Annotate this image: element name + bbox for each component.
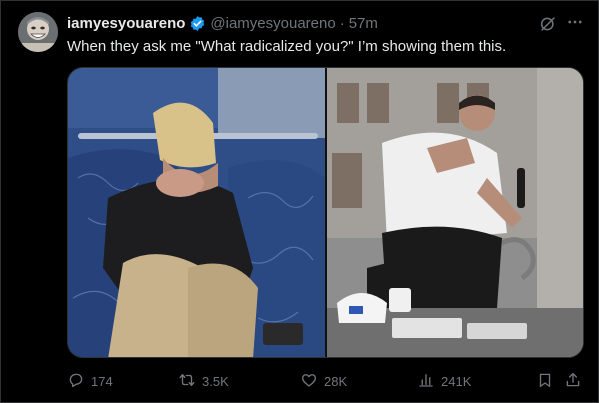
avatar[interactable] — [18, 12, 58, 52]
repost-button[interactable]: 3.5K — [178, 371, 229, 391]
views-button[interactable]: 241K — [417, 371, 471, 391]
more-icon[interactable] — [566, 13, 584, 31]
bookmark-button[interactable] — [536, 371, 554, 391]
verified-badge-icon — [189, 15, 206, 32]
timestamp[interactable]: 57m — [349, 15, 378, 32]
tweet[interactable]: iamyesyouareno @iamyesyouareno · 57m Whe… — [0, 0, 599, 403]
retweet-icon — [178, 371, 196, 392]
reply-count: 174 — [91, 373, 113, 389]
media-grid[interactable] — [67, 67, 584, 358]
bookmark-icon — [536, 371, 554, 392]
reply-icon — [67, 371, 85, 392]
display-name[interactable]: iamyesyouareno — [67, 15, 185, 32]
repost-count: 3.5K — [202, 373, 229, 389]
like-count: 28K — [324, 373, 348, 389]
separator-dot: · — [339, 14, 345, 32]
like-button[interactable]: 28K — [300, 371, 347, 391]
tweet-header: iamyesyouareno @iamyesyouareno · 57m — [67, 13, 378, 33]
reply-button[interactable]: 174 — [67, 371, 113, 391]
share-button[interactable] — [564, 371, 582, 391]
share-icon — [564, 371, 582, 392]
media-image-right[interactable] — [327, 68, 583, 357]
action-bar: 174 3.5K 28K 241K — [67, 371, 584, 391]
like-icon — [300, 371, 318, 392]
grok-icon[interactable] — [539, 15, 557, 33]
media-image-left[interactable] — [68, 68, 325, 357]
user-handle[interactable]: @iamyesyouareno — [210, 15, 335, 32]
views-icon — [417, 371, 435, 392]
tweet-text: When they ask me "What radicalized you?"… — [67, 38, 507, 55]
views-count: 241K — [441, 373, 472, 389]
